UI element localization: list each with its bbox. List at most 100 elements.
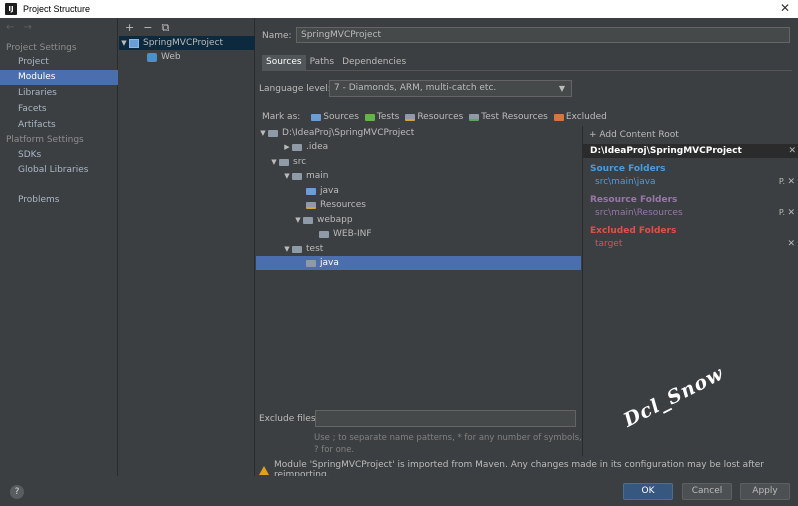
module-name-label: SpringMVCProject [143,38,224,48]
tree-row-root[interactable]: ▼ D:\IdeaProj\SpringMVCProject [258,126,414,140]
remove-source-folder-icon[interactable]: ✕ [787,177,795,187]
web-facet-icon [147,52,157,62]
tree-row-idea[interactable]: ▶ .idea [282,140,328,154]
sidebar-item-problems[interactable]: Problems [0,193,118,208]
remove-module-icon[interactable]: − [143,21,152,35]
edit-properties-icon[interactable]: P. [779,208,785,217]
sources-folder-icon [306,187,316,195]
resource-folder-item: src\main\Resources [595,208,683,218]
tree-label: webapp [317,215,353,225]
excluded-folder-icon [553,113,564,121]
sidebar-item-sdks[interactable]: SDKs [0,148,118,163]
folder-icon [292,172,302,180]
tree-row-main[interactable]: ▼ main [282,169,329,183]
module-row-springmvcproject[interactable]: ▼ SpringMVCProject [119,36,255,50]
tree-row-test[interactable]: ▼ test [282,242,323,256]
sidebar-item-global-libraries[interactable]: Global Libraries [0,163,118,178]
module-list-panel: + − ⧉ ▼ SpringMVCProject Web [119,18,255,476]
folder-icon [303,216,313,224]
mark-as-resources-label: Resources [417,112,464,122]
folder-icon [319,230,329,238]
back-forward-arrows-icon[interactable]: ← → [6,22,35,33]
tree-label: main [306,171,329,181]
sidebar-item-libraries[interactable]: Libraries [0,86,118,101]
excluded-folders-title: Excluded Folders [590,226,677,236]
chevron-down-icon: ▼ [558,84,565,93]
dialog-button-bar: ? OK Cancel Apply [0,476,798,506]
sidebar-item-project[interactable]: Project [0,55,118,70]
tab-sources[interactable]: Sources [262,55,306,70]
source-folder-item: src\main\java [595,177,656,187]
module-toolbar: + − ⧉ [125,21,169,35]
remove-content-root-icon[interactable]: ✕ [788,144,796,158]
language-level-value: 7 - Diamonds, ARM, multi-catch etc. [334,83,497,93]
cancel-button[interactable]: Cancel [682,483,732,500]
title-bar: IJ Project Structure ✕ [0,0,798,18]
expand-triangle-icon[interactable]: ▼ [258,126,268,140]
tab-dependencies[interactable]: Dependencies [338,55,410,70]
collapse-triangle-icon[interactable]: ▶ [282,140,292,154]
exclude-files-input[interactable] [315,410,576,427]
expand-triangle-icon[interactable]: ▼ [119,36,129,50]
tree-row-webinf[interactable]: WEB-INF [319,227,372,241]
mark-as-excluded-button[interactable]: Excluded [553,112,607,122]
excluded-folder-item: target [595,239,623,249]
content-root-path: D:\IdeaProj\SpringMVCProject ✕ [583,144,798,158]
warning-icon [259,465,269,475]
edit-properties-icon[interactable]: P. [779,177,785,186]
close-window-icon[interactable]: ✕ [780,1,790,15]
tree-label: Resources [320,200,366,210]
project-settings-header: Project Settings [6,43,77,53]
mark-as-bar: Mark as: Sources Tests Resources Test Re… [262,112,613,122]
mark-as-tests-label: Tests [376,112,400,122]
folder-icon [292,143,302,151]
exclude-files-label: Exclude files: [259,414,319,424]
expand-triangle-icon[interactable]: ▼ [269,155,279,169]
tree-row-test-java[interactable]: java [256,256,581,270]
tree-label: .idea [306,142,329,152]
tree-row-src[interactable]: ▼ src [269,155,306,169]
folder-icon [292,245,302,253]
mark-as-label: Mark as: [262,112,301,122]
remove-excluded-folder-icon[interactable]: ✕ [787,239,795,249]
mark-as-sources-label: Sources [323,112,359,122]
tree-row-webapp[interactable]: ▼ webapp [293,213,353,227]
sidebar-item-modules[interactable]: Modules [0,70,118,85]
facet-name-label: Web [161,52,181,62]
resources-folder-icon [306,201,316,209]
mark-as-tests-button[interactable]: Tests [364,112,400,122]
ok-button[interactable]: OK [623,483,673,500]
tree-label: src [293,157,307,167]
window-title: Project Structure [23,4,91,14]
mark-as-test-resources-label: Test Resources [481,112,548,122]
sidebar-item-facets[interactable]: Facets [0,102,118,117]
add-module-icon[interactable]: + [125,21,134,35]
expand-triangle-icon[interactable]: ▼ [282,169,292,183]
module-name-input[interactable]: SpringMVCProject [296,27,790,43]
tree-row-resources[interactable]: Resources [306,198,366,212]
apply-button[interactable]: Apply [740,483,790,500]
folder-icon [268,129,278,137]
folder-icon [306,259,316,267]
tree-label: java [320,258,339,268]
mark-as-resources-button[interactable]: Resources [405,112,463,122]
add-content-root-button[interactable]: + Add Content Root [589,130,679,140]
remove-resource-folder-icon[interactable]: ✕ [787,208,795,218]
language-level-select[interactable]: 7 - Diamonds, ARM, multi-catch etc. ▼ [329,80,572,97]
name-label: Name: [262,31,292,41]
test-resources-folder-icon [469,113,480,121]
tab-paths[interactable]: Paths [306,55,338,70]
tree-label: java [320,186,339,196]
help-button[interactable]: ? [10,485,24,499]
mark-as-test-resources-button[interactable]: Test Resources [469,112,548,122]
expand-triangle-icon[interactable]: ▼ [293,213,303,227]
mark-as-sources-button[interactable]: Sources [311,112,359,122]
facet-row-web[interactable]: Web [119,50,255,64]
sources-folder-icon [311,113,322,121]
settings-sidebar: ← → Project Settings Project Modules Lib… [0,18,118,476]
sidebar-item-artifacts[interactable]: Artifacts [0,118,118,133]
tree-row-main-java[interactable]: java [306,184,339,198]
expand-triangle-icon[interactable]: ▼ [282,242,292,256]
source-folders-title: Source Folders [590,164,666,174]
copy-module-icon[interactable]: ⧉ [161,21,169,35]
